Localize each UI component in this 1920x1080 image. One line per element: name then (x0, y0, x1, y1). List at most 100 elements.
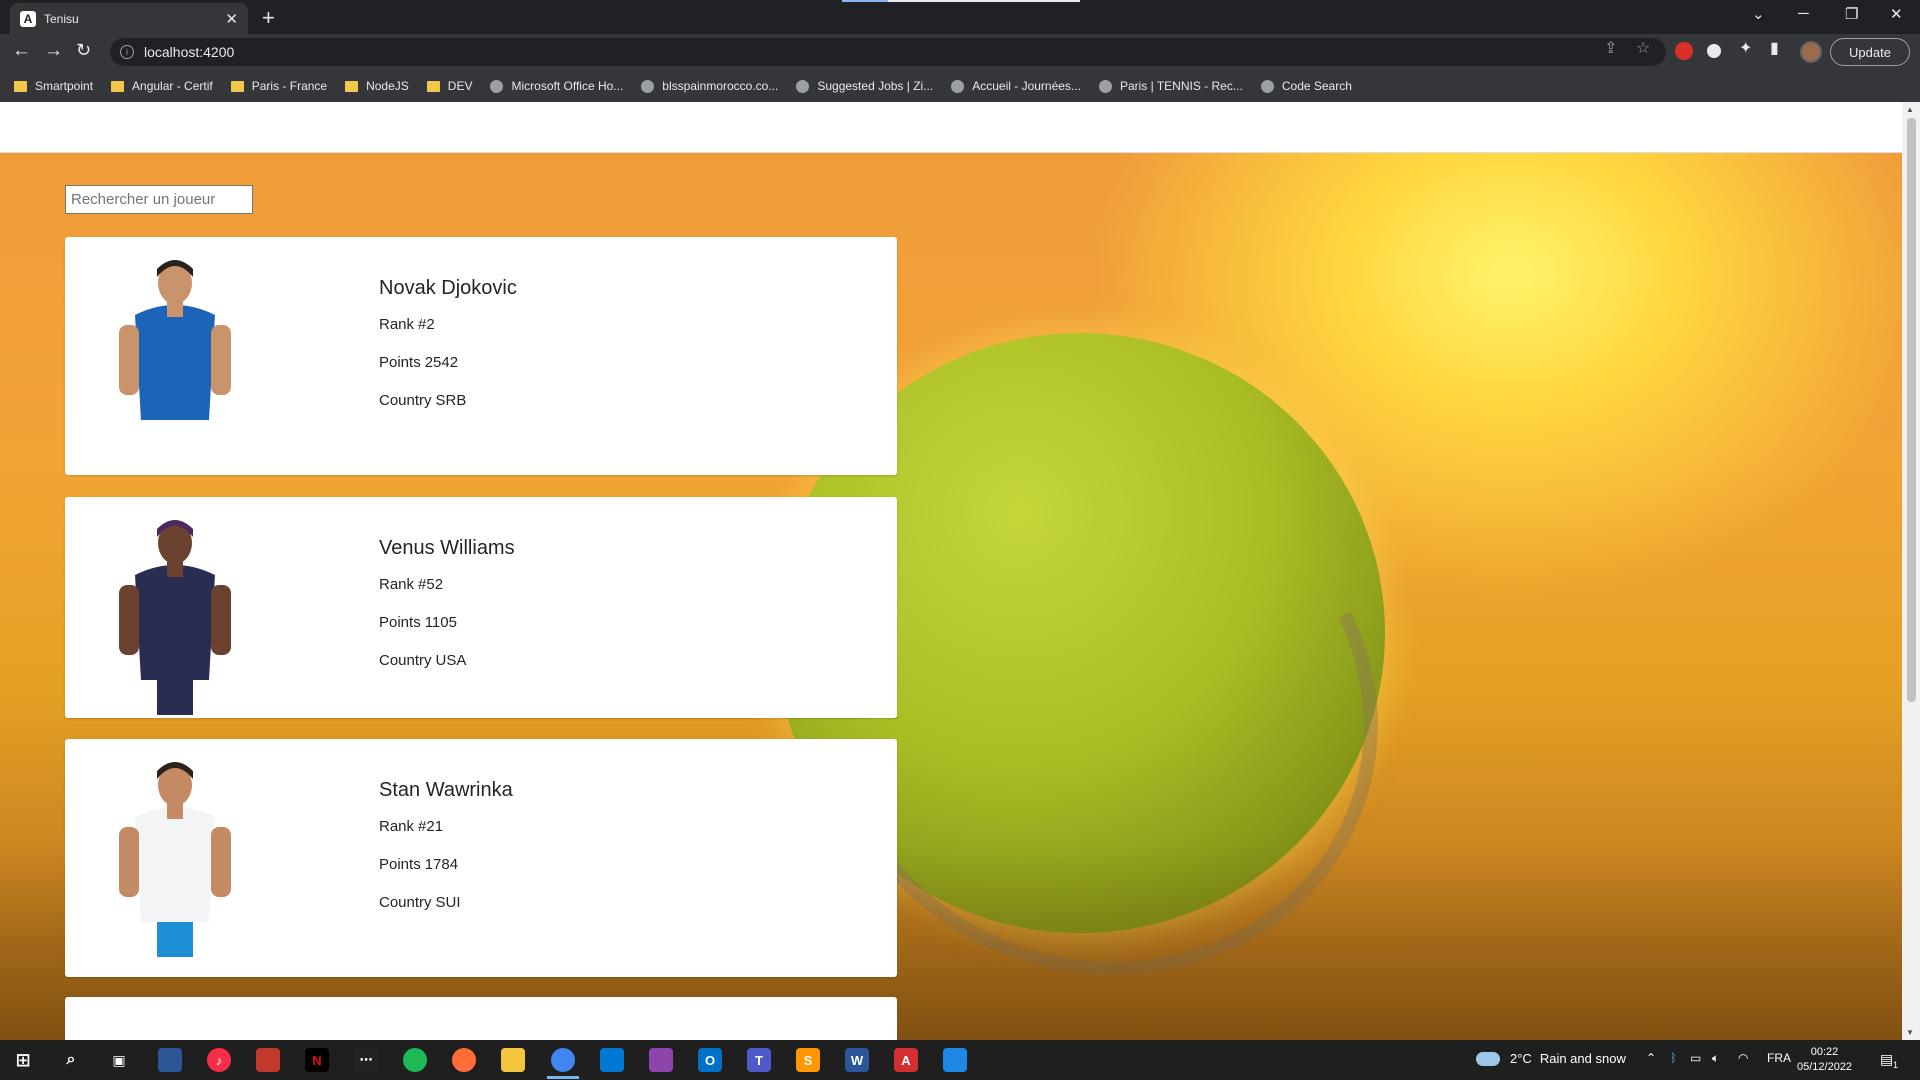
player-name: Venus Williams (379, 537, 515, 559)
globe-icon (641, 79, 655, 93)
popcorn-app-icon[interactable] (256, 1048, 280, 1072)
scroll-down-arrow-icon[interactable]: ▼ (1906, 1028, 1914, 1037)
bookmark-item[interactable]: DEV (426, 79, 473, 93)
bookmark-item[interactable]: Accueil - Journées... (951, 79, 1081, 93)
bookmark-item[interactable]: Code Search (1260, 79, 1352, 93)
scrollbar-thumb[interactable] (1907, 118, 1916, 702)
ziprecruiter-icon (796, 79, 810, 93)
close-tab-icon[interactable]: ✕ (225, 10, 238, 28)
player-card-partial[interactable] (65, 997, 897, 1040)
player-search-input[interactable] (65, 185, 253, 214)
clock-time: 00:22 (1810, 1046, 1839, 1058)
windows-start-icon[interactable]: ⊞ (11, 1048, 35, 1072)
weather-widget[interactable]: 2°C Rain and snow (1476, 1051, 1626, 1066)
player-card[interactable]: Novak Djokovic Rank #2 Points 2542 Country SRB (65, 237, 897, 475)
chrome-icon[interactable] (551, 1048, 575, 1072)
points-value: 1105 (424, 614, 457, 631)
bookmark-item[interactable]: Microsoft Office Ho... (490, 79, 623, 93)
extension-gear-icon[interactable] (1707, 44, 1721, 58)
show-hidden-icons-chevron-icon[interactable]: ⌃ (1646, 1051, 1656, 1065)
microsoft-icon (490, 79, 504, 93)
bookmark-label: Code Search (1281, 79, 1352, 93)
notification-center-icon[interactable]: ▤ (1880, 1051, 1893, 1068)
teams-icon[interactable]: T (747, 1048, 771, 1072)
tab-indicator (842, 0, 888, 2)
bookmark-label: DEV (447, 79, 473, 93)
scroll-up-arrow-icon[interactable]: ▲ (1906, 105, 1914, 114)
app-icon[interactable] (158, 1048, 182, 1072)
player-card[interactable]: Stan Wawrinka Rank #21 Points 1784 Country SUI (65, 739, 897, 977)
music-app-icon[interactable]: ♪ (207, 1048, 231, 1072)
notification-count-badge: 1 (1893, 1060, 1899, 1070)
angular-favicon-icon: A (20, 10, 36, 27)
file-explorer-icon[interactable] (501, 1048, 525, 1072)
acrobat-icon[interactable]: A (894, 1048, 918, 1072)
bluetooth-icon[interactable]: ᛒ (1670, 1051, 1677, 1065)
close-window-icon[interactable]: ✕ (1890, 5, 1903, 23)
battery-icon[interactable]: ▭ (1690, 1051, 1701, 1065)
active-app-indicator (547, 1076, 579, 1079)
bookmark-label: Microsoft Office Ho... (511, 79, 624, 93)
windows-taskbar: ⊞ ⌕ ▣ ♪ N ⋯ O T S W A 2°C Rain and snow … (0, 1040, 1920, 1080)
profile-avatar[interactable] (1800, 41, 1822, 63)
page-scrollbar[interactable]: ▲ ▼ (1902, 102, 1920, 1040)
browser-toolbar: ← → ↻ i localhost:4200 ⇪ ☆ ✦ ▮ Update (0, 34, 1920, 70)
sublime-text-icon[interactable]: S (796, 1048, 820, 1072)
side-panel-icon[interactable]: ▮ (1770, 38, 1779, 58)
bookmark-item[interactable]: Suggested Jobs | Zi... (796, 79, 933, 93)
photos-app-icon[interactable] (943, 1048, 967, 1072)
git-app-icon[interactable] (649, 1048, 673, 1072)
minimize-icon[interactable]: ─ (1798, 5, 1809, 22)
bookmark-item[interactable]: Angular - Certif (111, 79, 213, 93)
bookmark-label: Angular - Certif (132, 79, 213, 93)
extension-red-icon[interactable] (1675, 42, 1693, 60)
word-icon[interactable]: W (845, 1048, 869, 1072)
player-name: Stan Wawrinka (379, 779, 513, 801)
rank-label: Rank (379, 818, 415, 835)
site-info-icon[interactable]: i (120, 45, 134, 59)
player-photo (119, 762, 231, 957)
vscode-icon[interactable] (600, 1048, 624, 1072)
volume-icon[interactable]: 🔈︎ (1712, 1051, 1719, 1066)
task-view-icon[interactable]: ▣ (107, 1048, 131, 1072)
spotify-icon[interactable] (403, 1048, 427, 1072)
extensions-puzzle-icon[interactable]: ✦ (1739, 38, 1752, 58)
country-value: SRB (435, 392, 467, 409)
search-icon[interactable]: ⌕ (59, 1048, 83, 1072)
bookmark-item[interactable]: Paris - France (230, 79, 328, 93)
bookmark-label: Paris - France (251, 79, 328, 93)
bookmark-item[interactable]: NodeJS (345, 79, 409, 93)
tab-search-chevron-icon[interactable]: ⌄ (1752, 5, 1765, 23)
player-points: Points 1784 (379, 856, 513, 873)
system-clock[interactable]: 00:22 05/12/2022 (1797, 1045, 1852, 1075)
language-indicator[interactable]: FRA (1767, 1051, 1791, 1065)
bookmark-label: Accueil - Journées... (972, 79, 1081, 93)
reload-icon[interactable]: ↻ (76, 40, 91, 61)
new-tab-plus-icon[interactable]: + (262, 5, 275, 31)
site-icon (1098, 79, 1112, 93)
browser-tab-tenisu[interactable]: A Tenisu ✕ (10, 3, 248, 34)
back-arrow-icon[interactable]: ← (12, 40, 31, 62)
bookmark-item[interactable]: blsspainmorocco.co... (641, 79, 778, 93)
restore-icon[interactable]: ❐ (1845, 5, 1858, 23)
share-icon[interactable]: ⇪ (1604, 38, 1617, 58)
bookmark-label: NodeJS (366, 79, 409, 93)
outlook-icon[interactable]: O (698, 1048, 722, 1072)
wifi-icon[interactable]: ◠ (1738, 1051, 1748, 1065)
url-text: localhost:4200 (144, 44, 235, 60)
bookmark-item[interactable]: Smartpoint (14, 79, 93, 93)
country-value: SUI (435, 894, 461, 911)
address-bar[interactable]: i localhost:4200 (110, 38, 1666, 66)
player-card[interactable]: Venus Williams Rank #52 Points 1105 Country US… (65, 497, 897, 718)
rank-label: Rank (379, 316, 415, 333)
forward-arrow-icon[interactable]: → (44, 40, 63, 62)
update-button[interactable]: Update (1830, 38, 1910, 66)
netflix-icon[interactable]: N (305, 1048, 329, 1072)
folder-icon (111, 80, 125, 92)
postman-icon[interactable] (452, 1048, 476, 1072)
player-photo (119, 520, 231, 715)
bookmark-star-icon[interactable]: ☆ (1636, 38, 1650, 58)
points-label: Points (379, 614, 421, 631)
app-dots-icon[interactable]: ⋯ (354, 1048, 378, 1072)
bookmark-item[interactable]: Paris | TENNIS - Rec... (1098, 79, 1243, 93)
